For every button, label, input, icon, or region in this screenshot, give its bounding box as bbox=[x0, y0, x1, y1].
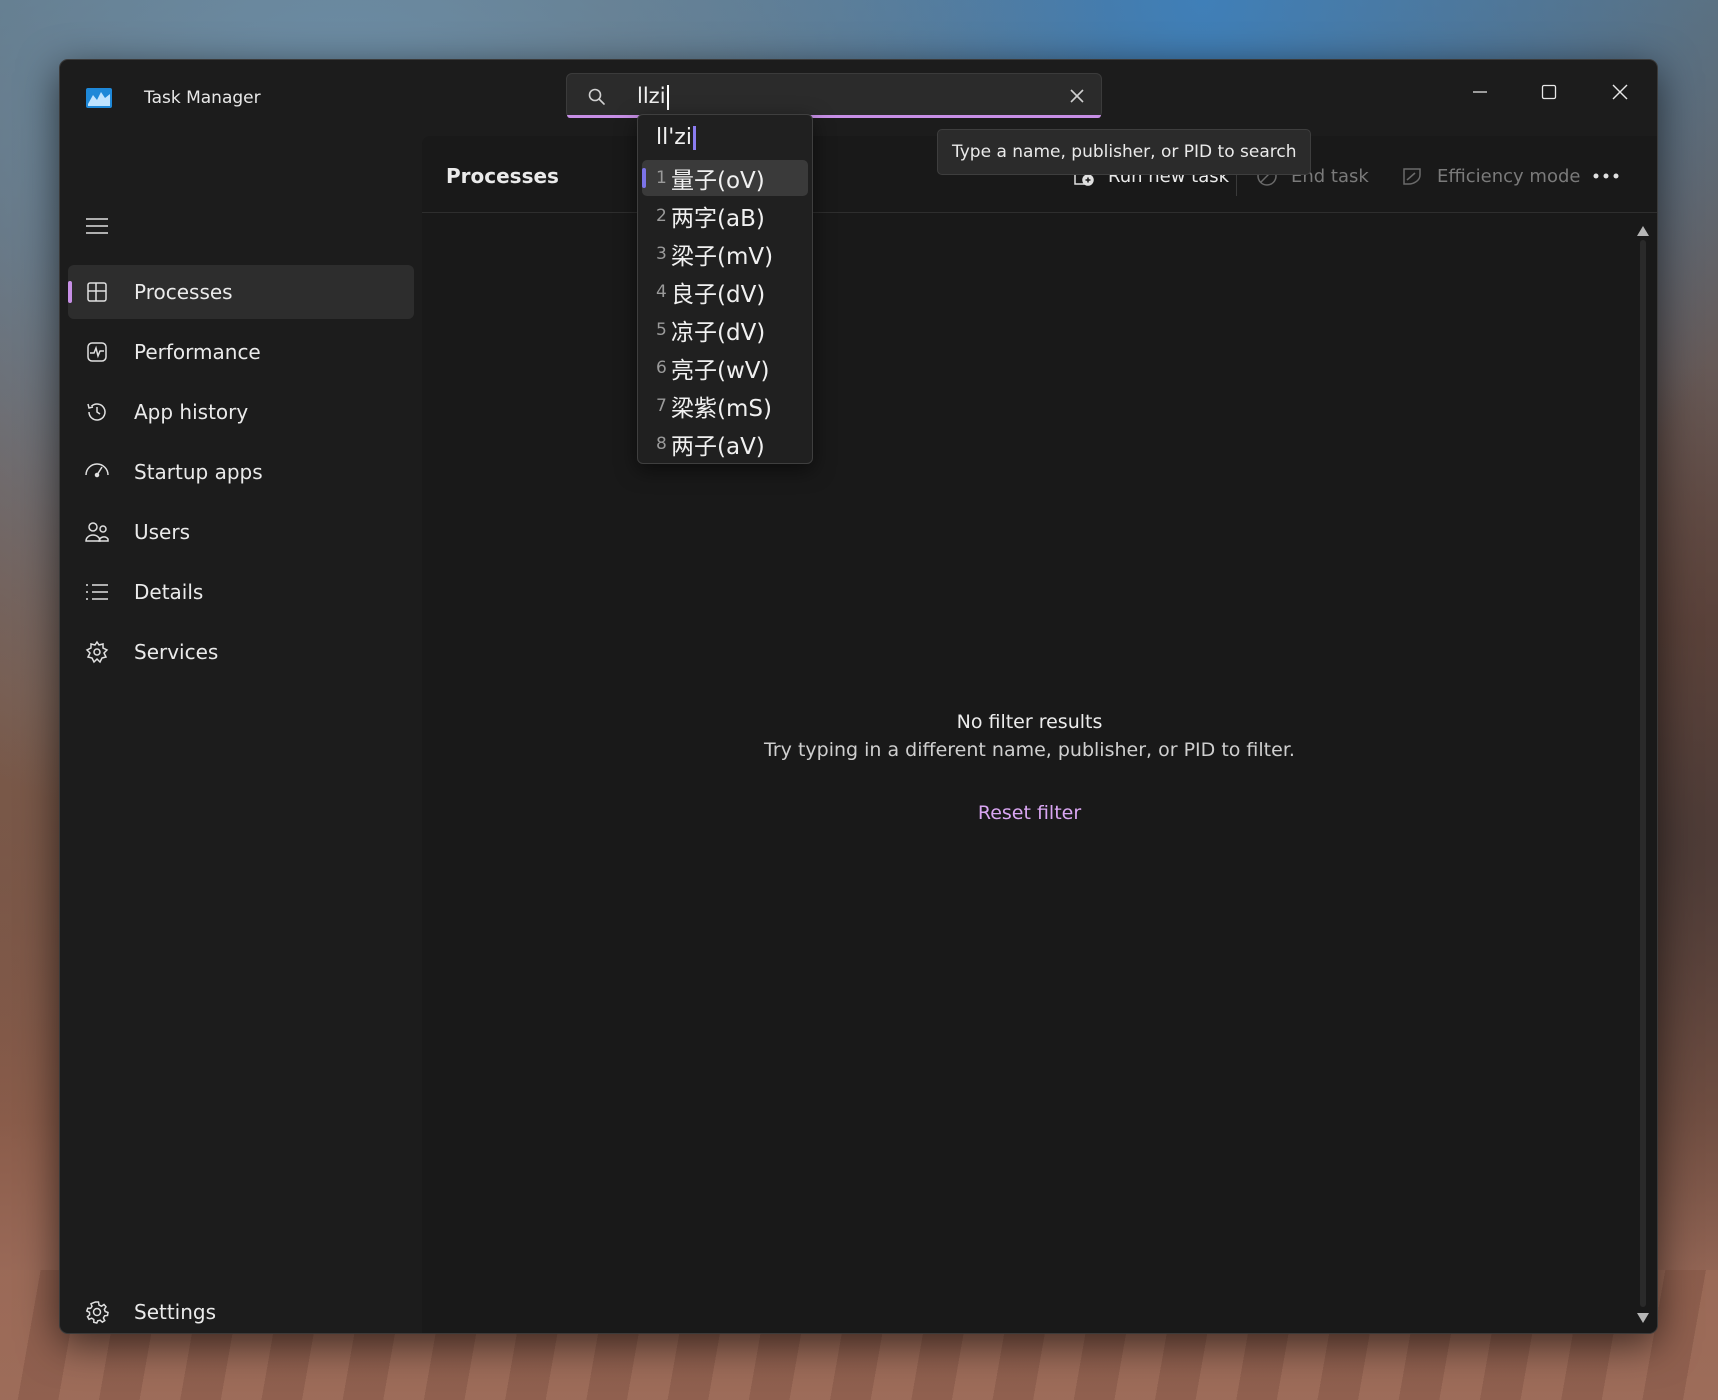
gear-icon bbox=[84, 1299, 110, 1325]
nav-item-settings[interactable]: Settings bbox=[68, 1285, 414, 1333]
nav-item-app-history[interactable]: App history bbox=[68, 385, 414, 439]
more-icon bbox=[1593, 173, 1619, 179]
maximize-button[interactable] bbox=[1524, 74, 1574, 110]
nav-item-label: App history bbox=[134, 400, 249, 424]
clear-search-button[interactable] bbox=[1065, 84, 1089, 108]
page-title: Processes bbox=[446, 164, 559, 188]
nav-item-details[interactable]: Details bbox=[68, 565, 414, 619]
efficiency-mode-button[interactable]: Efficiency mode bbox=[1401, 158, 1580, 194]
nav-item-processes[interactable]: Processes bbox=[68, 265, 414, 319]
scrollbar-track[interactable] bbox=[1640, 240, 1646, 1307]
close-icon bbox=[1612, 84, 1628, 100]
efficiency-mode-label: Efficiency mode bbox=[1437, 165, 1581, 187]
ime-candidate[interactable]: 1 量子(oV) bbox=[642, 160, 808, 196]
close-icon bbox=[1070, 89, 1084, 103]
ime-candidate[interactable]: 8 两子(aV) bbox=[642, 426, 808, 462]
startup-apps-icon bbox=[84, 459, 110, 485]
empty-state-title: No filter results bbox=[956, 711, 1103, 733]
nav-item-label: Details bbox=[134, 580, 204, 604]
title-bar: Task Manager llzi bbox=[60, 60, 1657, 136]
more-options-button[interactable] bbox=[1593, 158, 1619, 194]
ime-candidate[interactable]: 2 两字(aB) bbox=[642, 198, 808, 234]
ime-candidate[interactable]: 3 梁子(mV) bbox=[642, 236, 808, 272]
leaf-icon bbox=[1401, 164, 1425, 188]
ime-candidate[interactable]: 5 凉子(dV) bbox=[642, 312, 808, 348]
maximize-icon bbox=[1541, 84, 1557, 100]
selected-indicator bbox=[642, 168, 646, 188]
details-icon bbox=[84, 579, 110, 605]
task-manager-window: Task Manager llzi Processes Performance … bbox=[59, 59, 1658, 1334]
active-indicator bbox=[68, 281, 72, 303]
task-manager-app-icon bbox=[86, 88, 112, 108]
performance-icon bbox=[84, 339, 110, 365]
nav-item-label: Startup apps bbox=[134, 460, 263, 484]
hamburger-menu-icon[interactable] bbox=[84, 216, 110, 236]
ime-candidate-window: ll'zi 1 量子(oV) 2 两字(aB) 3 梁子(mV) 4 良子(dV… bbox=[637, 114, 813, 464]
minimize-icon bbox=[1473, 91, 1487, 93]
scroll-down-arrow-icon[interactable] bbox=[1637, 1313, 1649, 1323]
command-bar-divider bbox=[422, 212, 1657, 213]
reset-filter-link[interactable]: Reset filter bbox=[402, 802, 1657, 824]
window-title: Task Manager bbox=[144, 88, 261, 108]
ime-composition: ll'zi bbox=[656, 125, 696, 150]
nav-item-label: Services bbox=[134, 640, 219, 664]
nav-item-label: Settings bbox=[134, 1300, 217, 1324]
navigation-pane: Processes Performance App history Startu… bbox=[60, 136, 422, 1333]
nav-item-users[interactable]: Users bbox=[68, 505, 414, 559]
processes-page: Processes Run new task End task Efficien… bbox=[422, 136, 1657, 1333]
nav-item-startup-apps[interactable]: Startup apps bbox=[68, 445, 414, 499]
processes-icon bbox=[84, 279, 110, 305]
search-tooltip: Type a name, publisher, or PID to search bbox=[937, 129, 1312, 175]
search-box[interactable]: llzi bbox=[566, 73, 1102, 118]
nav-item-label: Users bbox=[134, 520, 191, 544]
scroll-up-arrow-icon[interactable] bbox=[1637, 226, 1649, 236]
ime-candidate[interactable]: 4 良子(dV) bbox=[642, 274, 808, 310]
search-icon bbox=[588, 88, 605, 105]
nav-item-label: Performance bbox=[134, 340, 261, 364]
services-icon bbox=[84, 639, 110, 665]
nav-item-label: Processes bbox=[134, 280, 233, 304]
users-icon bbox=[84, 519, 110, 545]
nav-item-performance[interactable]: Performance bbox=[68, 325, 414, 379]
app-history-icon bbox=[84, 399, 110, 425]
ime-candidate[interactable]: 6 亮子(wV) bbox=[642, 350, 808, 386]
close-button[interactable] bbox=[1595, 74, 1645, 110]
search-input[interactable]: llzi bbox=[637, 84, 669, 110]
ime-candidate[interactable]: 7 梁紫(mS) bbox=[642, 388, 808, 424]
empty-state-message: Try typing in a different name, publishe… bbox=[764, 739, 1295, 761]
minimize-button[interactable] bbox=[1455, 74, 1505, 110]
nav-item-services[interactable]: Services bbox=[68, 625, 414, 679]
